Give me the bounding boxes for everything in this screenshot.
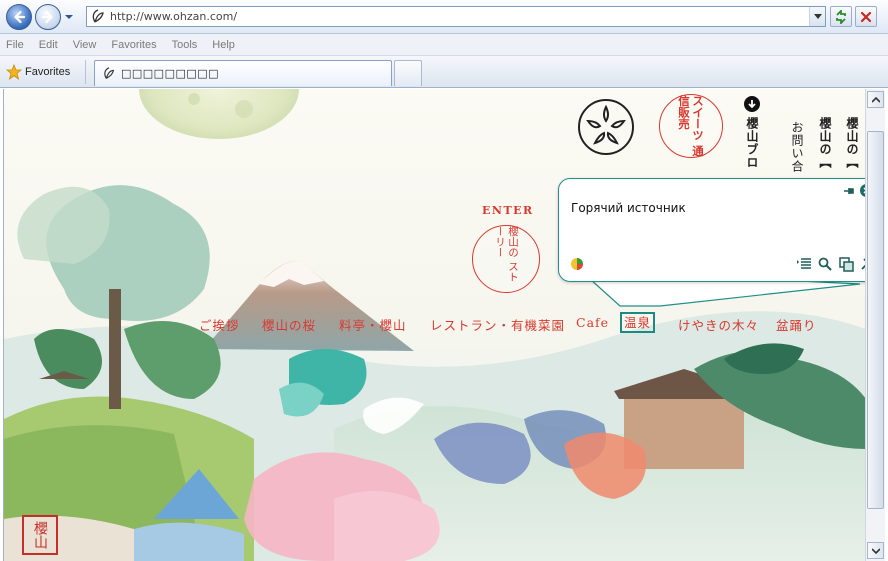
- refresh-icon: [836, 9, 846, 24]
- back-arrow-icon: [14, 10, 26, 24]
- arrow-down-icon[interactable]: [744, 96, 760, 112]
- browser-tab-active[interactable]: □□□□□□□□□: [94, 60, 392, 86]
- pin-icon[interactable]: [843, 185, 855, 197]
- stop-icon: [860, 11, 872, 22]
- menu-help[interactable]: Help: [212, 39, 235, 51]
- page-favicon-icon: [92, 8, 104, 23]
- nav-greeting[interactable]: ご挨拶: [199, 315, 240, 334]
- address-dropdown-icon[interactable]: [809, 7, 825, 26]
- tab-title: □□□□□□□□□: [121, 67, 220, 80]
- top-link-4[interactable]: 櫻山の【: [844, 117, 861, 169]
- nav-sakura[interactable]: 櫻山の桜: [262, 315, 316, 334]
- vertical-scrollbar[interactable]: [865, 89, 885, 561]
- new-tab-button[interactable]: [394, 60, 422, 86]
- menu-tools[interactable]: Tools: [172, 39, 198, 51]
- sweets-shop-label: スイーツ 通信販売: [677, 95, 705, 157]
- forward-button[interactable]: [35, 4, 61, 30]
- scroll-thumb[interactable]: [867, 131, 884, 509]
- refresh-button[interactable]: [830, 6, 852, 27]
- address-text: http://www.ohzan.com/: [110, 10, 238, 23]
- menu-file[interactable]: File: [6, 39, 24, 51]
- star-icon: [6, 64, 22, 80]
- toolbar-divider: [85, 60, 86, 84]
- blog-link[interactable]: 櫻山ブロ: [744, 117, 761, 169]
- story-stamp[interactable]: 櫻山の ストーリー: [472, 225, 540, 293]
- search-icon[interactable]: [817, 256, 833, 272]
- list-icon[interactable]: [796, 256, 812, 272]
- story-label: 櫻山の ストーリー: [494, 226, 519, 282]
- contact-link[interactable]: お問い合: [789, 121, 806, 173]
- address-toolbar: http://www.ohzan.com/: [0, 0, 888, 34]
- favorites-bar: Favorites □□□□□□□□□: [0, 56, 888, 88]
- chevron-down-icon: [871, 547, 880, 554]
- stop-button[interactable]: [855, 6, 877, 27]
- favorites-label: Favorites: [25, 66, 71, 78]
- translator-logo-icon[interactable]: [569, 256, 585, 272]
- address-field[interactable]: http://www.ohzan.com/: [86, 6, 826, 27]
- copy-icon[interactable]: [838, 256, 854, 272]
- sakura-flower-icon: [578, 99, 634, 155]
- chevron-up-icon: [871, 96, 880, 103]
- popup-toolbar: [796, 256, 875, 272]
- nav-ryotei[interactable]: 料亭・櫻山: [339, 315, 407, 334]
- forward-arrow-icon: [41, 10, 53, 24]
- translation-popup: Горячий источник: [558, 178, 882, 282]
- recent-pages-dropdown-icon[interactable]: [64, 12, 74, 22]
- favorites-button[interactable]: Favorites: [6, 63, 70, 81]
- tab-favicon-icon: [104, 66, 115, 79]
- menu-bar: File Edit View Favorites Tools Help: [0, 34, 888, 56]
- back-button[interactable]: [6, 4, 32, 30]
- enter-link[interactable]: ENTER: [482, 204, 534, 217]
- scroll-up-button[interactable]: [867, 91, 884, 108]
- nav-restaurant[interactable]: レストラン・有機菜園: [430, 315, 565, 334]
- brand-seal: 櫻山: [22, 515, 58, 555]
- scroll-down-button[interactable]: [867, 542, 884, 559]
- translation-text: Горячий источник: [571, 201, 686, 215]
- sweets-shop-stamp[interactable]: スイーツ 通信販売: [659, 94, 723, 158]
- menu-favorites[interactable]: Favorites: [111, 39, 156, 51]
- sakura-logo[interactable]: [576, 93, 636, 161]
- top-link-3[interactable]: 櫻山の【: [817, 117, 834, 169]
- menu-view[interactable]: View: [73, 39, 97, 51]
- menu-edit[interactable]: Edit: [39, 39, 58, 51]
